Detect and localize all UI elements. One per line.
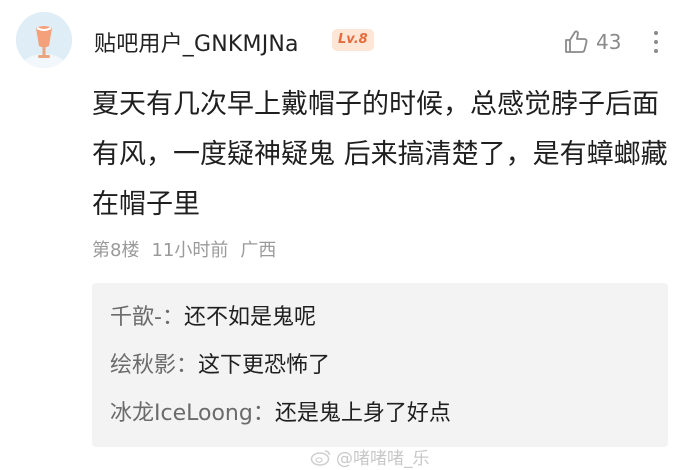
reply-author[interactable]: 千歆- [110,305,162,330]
post-meta: 第8楼 11小时前 广西 [92,236,276,262]
floor-number: 第8楼 [92,240,140,261]
post-time: 11小时前 [151,240,229,261]
reply-separator: ： [176,353,199,378]
post-content: 夏天有几次早上戴帽子的时候，总感觉脖子后面有风，一度疑神疑鬼 后来搞清楚了，是有… [92,89,668,220]
level-badge: Lv.8 [332,29,374,51]
username[interactable]: 贴吧用户_GNKMJNa [94,26,299,58]
avatar[interactable] [16,12,72,68]
reply-item[interactable]: 冰龙IceLoong：还是鬼上身了好点 [110,399,451,429]
reply-separator: ： [252,401,275,426]
watermark: @啫啫啫_乐 [310,444,430,469]
reply-author[interactable]: 冰龙IceLoong [110,401,253,426]
watermark-text: @啫啫啫_乐 [336,449,430,469]
reply-separator: ： [161,305,184,330]
like-count: 43 [596,30,622,54]
reply-author[interactable]: 绘秋影 [110,353,176,378]
reply-list: 千歆-：还不如是鬼呢 绘秋影：这下更恐怖了 冰龙IceLoong：还是鬼上身了好… [92,283,668,447]
reply-item[interactable]: 千歆-：还不如是鬼呢 [110,303,316,333]
reply-text: 还是鬼上身了好点 [274,401,451,426]
reply-item[interactable]: 绘秋影：这下更恐怖了 [110,351,330,381]
weibo-icon [310,449,331,466]
like-button[interactable]: 43 [562,26,621,58]
more-vertical-icon[interactable] [646,24,666,60]
post-location: 广西 [240,240,277,261]
reply-text: 还不如是鬼呢 [183,305,316,330]
thumbs-up-icon [565,30,588,53]
avatar-image [16,12,72,68]
reply-text: 这下更恐怖了 [198,353,331,378]
